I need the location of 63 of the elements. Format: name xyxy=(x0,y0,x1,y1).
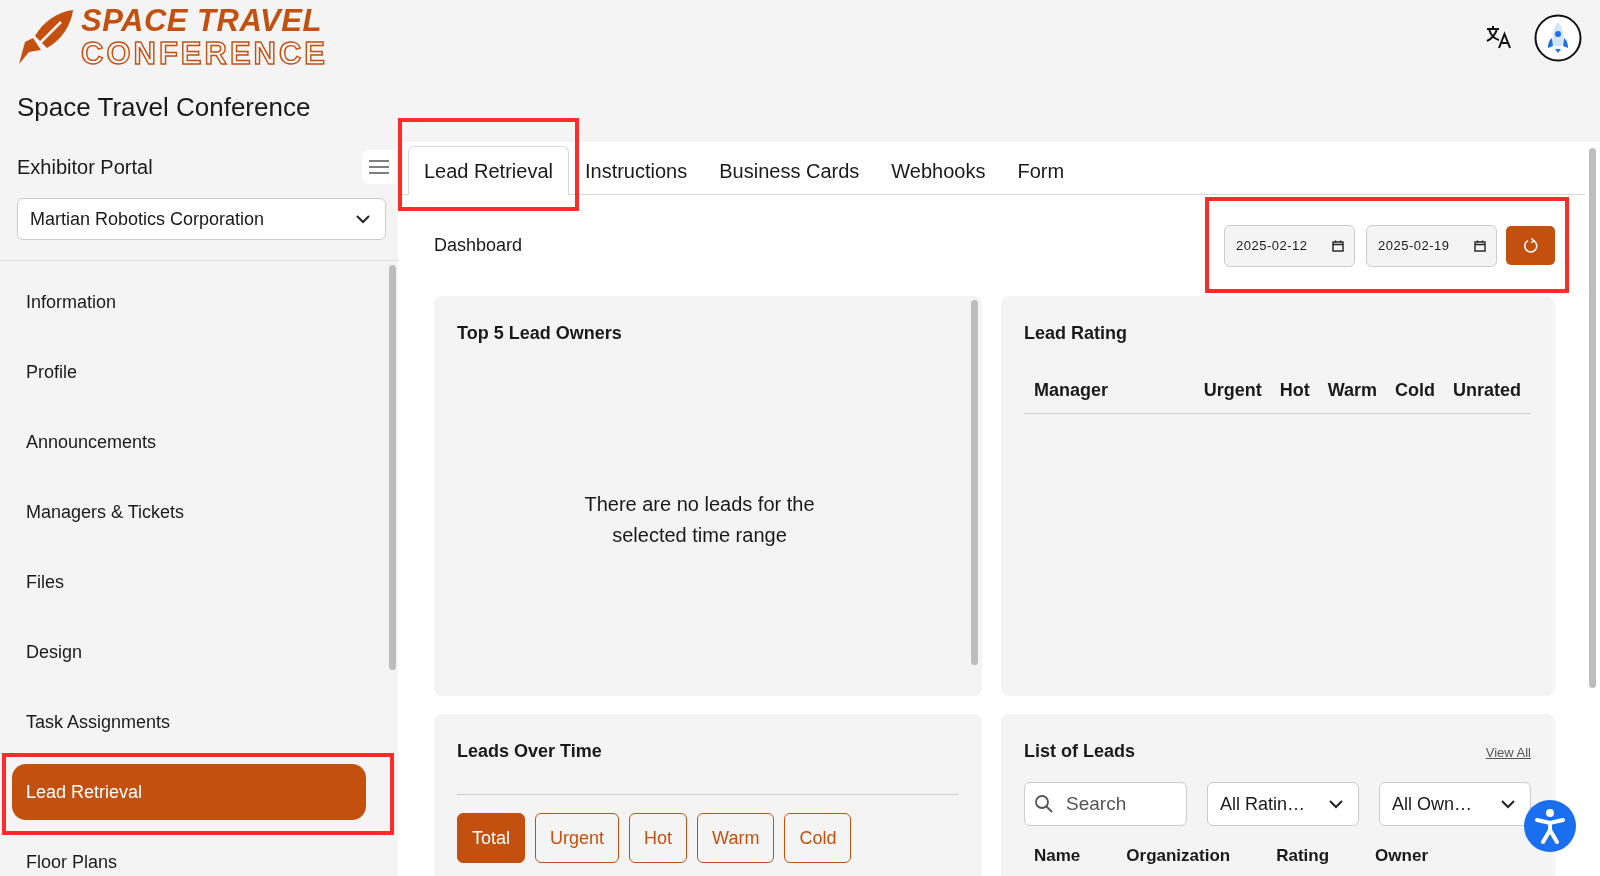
translate-icon[interactable] xyxy=(1486,25,1512,49)
card-title: List of Leads xyxy=(1024,741,1135,762)
end-date-field[interactable]: 2025-02-19 xyxy=(1366,224,1497,267)
chevron-down-icon xyxy=(1500,799,1516,809)
sidebar-item[interactable]: Information xyxy=(0,274,386,330)
card-title: Lead Rating xyxy=(1024,323,1128,344)
dashboard-heading: Dashboard xyxy=(434,235,523,256)
column-header: Cold xyxy=(1395,380,1435,401)
empty-message: There are no leads for the selected time range xyxy=(583,492,816,548)
column-header: Rating xyxy=(1276,846,1330,866)
card-title: Leads Over Time xyxy=(457,741,603,762)
filter-chip[interactable]: Warm xyxy=(697,813,775,863)
scrollbar-thumb[interactable] xyxy=(388,265,396,670)
column-header: Owner xyxy=(1375,846,1428,866)
column-header: Hot xyxy=(1279,380,1310,401)
sidebar-item[interactable]: Floor Plans xyxy=(0,834,386,876)
avatar-icon[interactable] xyxy=(1534,14,1582,62)
sidebar-item[interactable]: Profile xyxy=(0,344,386,400)
column-header: Unrated xyxy=(1453,380,1521,401)
search-icon xyxy=(1034,794,1054,814)
search-field[interactable]: Search xyxy=(1024,782,1187,826)
scrollbar-thumb[interactable] xyxy=(1589,148,1596,688)
column-header: Name xyxy=(1034,846,1081,866)
calendar-icon xyxy=(1474,239,1486,252)
accessibility-icon xyxy=(1534,808,1566,844)
sidebar-item[interactable]: Task Assignments xyxy=(0,694,386,750)
portal-heading: Exhibitor Portal xyxy=(17,155,153,179)
filter-chip[interactable]: Urgent xyxy=(535,813,620,863)
sidebar-item[interactable]: Files xyxy=(0,554,386,610)
start-date-field[interactable]: 2025-02-12 xyxy=(1224,224,1355,267)
card-title: Top 5 Lead Owners xyxy=(457,323,623,344)
filter-chip[interactable]: Total xyxy=(457,813,526,863)
sidebar-item[interactable]: Design xyxy=(0,624,386,680)
filter-chip[interactable]: Hot xyxy=(629,813,688,863)
company-select[interactable]: Martian Robotics Corporation xyxy=(17,198,386,240)
chevron-down-icon xyxy=(355,214,371,224)
rating-select[interactable]: All Ratin… xyxy=(1207,782,1359,826)
calendar-icon xyxy=(1332,239,1344,252)
column-header: Organization xyxy=(1126,846,1231,866)
event-title: Space Travel Conference xyxy=(17,92,312,123)
tab[interactable]: Lead Retrieval xyxy=(408,146,569,195)
tab[interactable]: Webhooks xyxy=(875,146,1002,195)
chevron-down-icon xyxy=(1328,799,1344,809)
owner-select[interactable]: All Own… xyxy=(1379,782,1531,826)
menu-icon xyxy=(369,159,389,175)
tab[interactable]: Business Cards xyxy=(703,146,876,195)
tab[interactable]: Instructions xyxy=(568,146,704,195)
filter-chip[interactable]: Cold xyxy=(784,813,852,863)
scrollbar-thumb[interactable] xyxy=(970,300,978,665)
column-header: Urgent xyxy=(1203,380,1262,401)
logo-title: SPACE TRAVEL xyxy=(81,5,323,36)
tab[interactable]: Form xyxy=(1001,146,1081,195)
column-header: Manager xyxy=(1034,380,1110,401)
menu-button[interactable] xyxy=(362,150,396,184)
view-all-link[interactable]: View All xyxy=(1485,745,1531,760)
column-header: Warm xyxy=(1327,380,1377,401)
sidebar-item[interactable]: Announcements xyxy=(0,414,386,470)
sidebar-item[interactable]: Managers & Tickets xyxy=(0,484,386,540)
refresh-icon xyxy=(1522,237,1539,254)
sidebar-item[interactable]: Lead Retrieval xyxy=(12,764,366,820)
refresh-button[interactable] xyxy=(1506,226,1555,265)
logo-subtitle: CONFERENCE xyxy=(81,38,328,69)
rocket-logo-icon xyxy=(17,8,75,66)
